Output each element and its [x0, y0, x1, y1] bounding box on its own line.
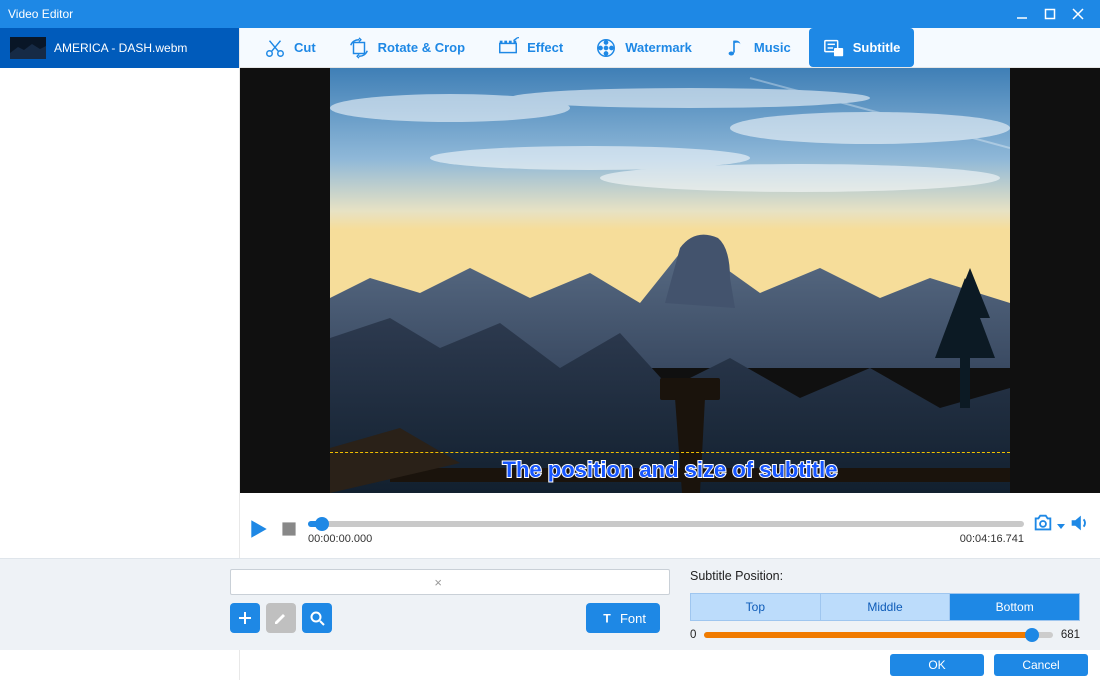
stop-button[interactable] [278, 518, 300, 540]
tab-music[interactable]: Music [710, 28, 805, 67]
minimize-button[interactable] [1008, 0, 1036, 28]
tab-label: Music [754, 40, 791, 55]
video-frame[interactable]: The position and size of subtitle [330, 68, 1010, 493]
toolbar: Cut Rotate & Crop Effect Watermark Music [240, 28, 1100, 68]
filmstrip-icon [497, 37, 519, 59]
title-bar: Video Editor [0, 0, 1100, 28]
playback-bar: 00:00:00.000 00:04:16.741 [240, 493, 1100, 558]
tab-cut[interactable]: Cut [250, 28, 330, 67]
slider-min-label: 0 [690, 629, 696, 641]
cancel-button[interactable]: Cancel [994, 654, 1088, 676]
window-title: Video Editor [8, 7, 1008, 21]
segment-top[interactable]: Top [691, 594, 820, 620]
cancel-label: Cancel [1022, 658, 1059, 672]
scissors-icon [264, 37, 286, 59]
segment-bottom[interactable]: Bottom [949, 594, 1079, 620]
ok-label: OK [928, 658, 945, 672]
search-subtitle-button[interactable] [302, 603, 332, 633]
seek-slider[interactable]: 00:00:00.000 00:04:16.741 [308, 515, 1024, 543]
segment-label: Bottom [996, 600, 1034, 614]
tab-subtitle[interactable]: T Subtitle [809, 28, 915, 67]
tab-effect[interactable]: Effect [483, 28, 577, 67]
clear-subtitle-icon[interactable]: × [434, 575, 442, 590]
ok-button[interactable]: OK [890, 654, 984, 676]
subtitle-position-segment: Top Middle Bottom [690, 593, 1080, 621]
tab-rotate-crop[interactable]: Rotate & Crop [334, 28, 479, 67]
subtitle-overlay-text: The position and size of subtitle [330, 457, 1010, 483]
volume-button[interactable] [1068, 512, 1090, 534]
svg-text:T: T [836, 49, 840, 56]
slider-max-label: 681 [1061, 629, 1080, 641]
close-button[interactable] [1064, 0, 1092, 28]
maximize-button[interactable] [1036, 0, 1064, 28]
font-button[interactable]: T Font [586, 603, 660, 633]
subtitle-icon: T [823, 37, 845, 59]
edit-subtitle-button[interactable] [266, 603, 296, 633]
dialog-footer: OK Cancel [0, 650, 1100, 680]
time-total: 00:04:16.741 [960, 533, 1024, 545]
time-current: 00:00:00.000 [308, 533, 372, 545]
slider-thumb[interactable] [1025, 628, 1039, 642]
subtitle-input[interactable] [230, 569, 670, 595]
add-subtitle-button[interactable] [230, 603, 260, 633]
snapshot-button[interactable] [1032, 512, 1054, 534]
play-button[interactable] [248, 518, 270, 540]
subtitle-position-slider[interactable] [704, 632, 1052, 638]
file-thumbnail [10, 37, 46, 59]
svg-text:T: T [603, 611, 611, 625]
font-button-label: Font [620, 611, 646, 626]
music-note-icon [724, 37, 746, 59]
video-stage: The position and size of subtitle [240, 68, 1100, 493]
segment-middle[interactable]: Middle [820, 594, 950, 620]
file-name-label: AMERICA - DASH.webm [54, 41, 187, 55]
segment-label: Top [746, 600, 765, 614]
tab-label: Effect [527, 40, 563, 55]
subtitle-position-guide [330, 452, 1010, 453]
tab-label: Watermark [625, 40, 692, 55]
crop-rotate-icon [348, 37, 370, 59]
reel-icon [595, 37, 617, 59]
tab-label: Rotate & Crop [378, 40, 465, 55]
tab-watermark[interactable]: Watermark [581, 28, 706, 67]
sidebar-item-file[interactable]: AMERICA - DASH.webm [0, 28, 239, 68]
snapshot-dropdown-icon[interactable] [1056, 518, 1066, 528]
tab-label: Subtitle [853, 40, 901, 55]
segment-label: Middle [867, 600, 902, 614]
tab-label: Cut [294, 40, 316, 55]
subtitle-position-label: Subtitle Position: [690, 569, 1080, 583]
seek-thumb[interactable] [315, 517, 329, 531]
